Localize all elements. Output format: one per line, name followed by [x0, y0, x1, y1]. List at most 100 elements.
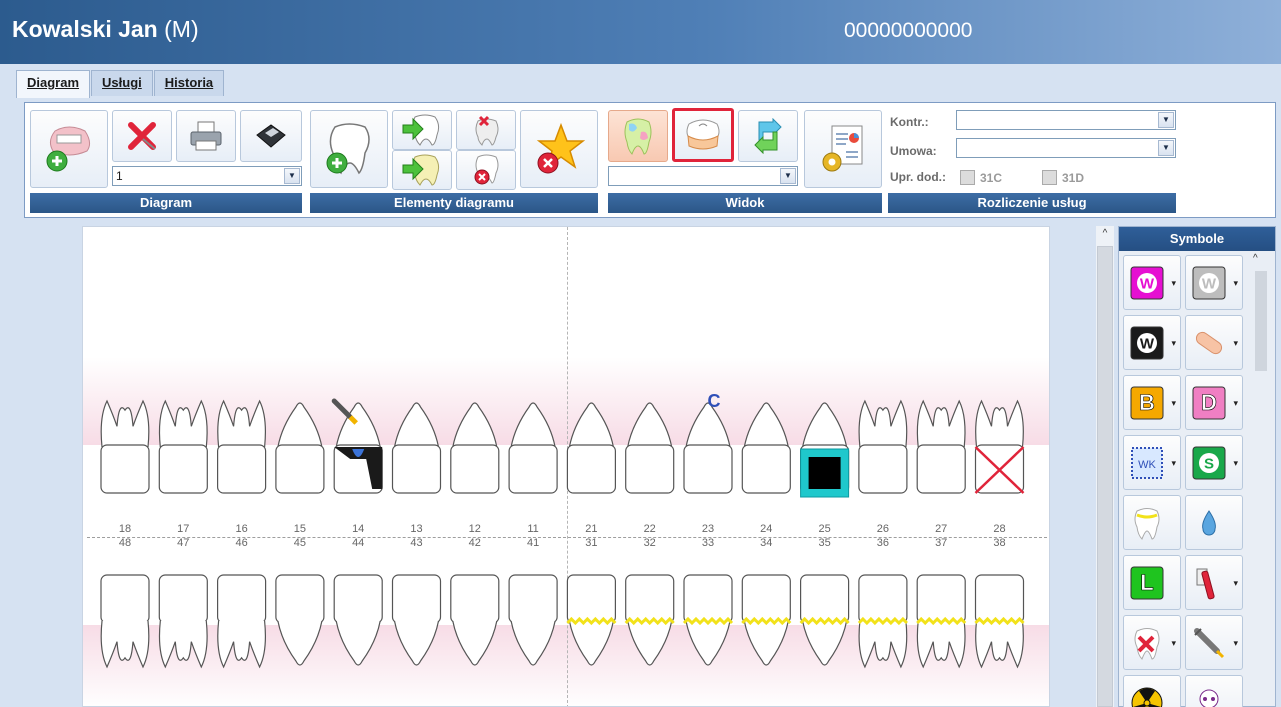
dropdown-arrow-icon[interactable]: ▾	[1171, 458, 1176, 469]
tooth-root	[158, 620, 208, 669]
tooth-root	[975, 620, 1024, 669]
tooth-crown	[508, 574, 558, 624]
symbol-button-skull[interactable]	[1185, 675, 1243, 707]
diagram-select[interactable]: 1 ▼	[112, 166, 302, 186]
symbol-button-d-pink[interactable]: D ▾	[1185, 375, 1243, 430]
symbol-button-wk-pattern[interactable]: WK ▾	[1123, 435, 1181, 490]
tooth-root	[627, 402, 673, 448]
diagram-select-value: 1	[116, 169, 123, 183]
print-button[interactable]	[176, 110, 236, 162]
scroll-up-icon[interactable]: ^	[1253, 253, 1258, 264]
symbols-scrollbar[interactable]: ^	[1247, 253, 1275, 707]
tooth-crown	[508, 444, 558, 494]
tooth-crown	[217, 574, 267, 624]
tooth-root	[335, 620, 381, 666]
view-select[interactable]: ▼	[608, 166, 798, 186]
dropdown-arrow-icon[interactable]: ▾	[1233, 278, 1238, 289]
checkbox-31d[interactable]	[1042, 170, 1057, 185]
diagram-scrollbar[interactable]: ^	[1096, 226, 1114, 707]
dropdown-arrow-icon[interactable]: ▾	[1171, 338, 1176, 349]
symbol-button-syringe[interactable]: ▾	[1185, 615, 1243, 670]
tooth-arrow-yellow-icon	[402, 154, 440, 186]
kontr-label: Kontr.:	[890, 115, 929, 129]
symbol-button-tooth-x[interactable]: ▾	[1123, 615, 1181, 670]
dropdown-arrow-icon[interactable]: ▾	[1171, 278, 1176, 289]
tooth-number-lower: 34	[760, 537, 773, 549]
chevron-down-icon[interactable]: ▼	[1158, 140, 1174, 156]
tooth-43	[391, 574, 442, 666]
add-tooth-button[interactable]	[310, 110, 388, 188]
tooth-42	[450, 574, 500, 666]
tooth-crown	[741, 444, 791, 494]
dropdown-arrow-icon[interactable]: ▾	[1233, 338, 1238, 349]
tooth-crown	[916, 444, 966, 494]
symbol-button-w-magenta[interactable]: W ▾	[1123, 255, 1181, 310]
tooth-46	[217, 574, 267, 669]
delete-element-button[interactable]	[456, 150, 516, 190]
symbol-button-s-green[interactable]: S ▾	[1185, 435, 1243, 490]
move-tooth-alt-button[interactable]	[392, 150, 452, 190]
symbol-button-w-gray[interactable]: W ▾	[1185, 255, 1243, 310]
umowa-select[interactable]: ▼	[956, 138, 1176, 158]
tooth-root	[858, 399, 908, 448]
svg-text:S: S	[1204, 456, 1214, 473]
tab-historia[interactable]: Historia	[153, 70, 225, 96]
save-button[interactable]	[240, 110, 302, 162]
tooth-45	[275, 574, 325, 666]
dropdown-arrow-icon[interactable]: ▾	[1233, 458, 1238, 469]
dropdown-arrow-icon[interactable]: ▾	[1171, 638, 1176, 649]
symbol-button-b-orange[interactable]: B ▾	[1123, 375, 1181, 430]
view-crown-button[interactable]	[672, 108, 734, 162]
delete-diagram-button[interactable]	[112, 110, 172, 162]
tooth-root	[802, 620, 848, 666]
tooth-root	[743, 620, 789, 666]
tooth-root	[100, 620, 150, 669]
chevron-down-icon[interactable]: ▼	[1158, 112, 1174, 128]
symbol-button-radiation[interactable]	[1123, 675, 1181, 707]
tab-uslugi[interactable]: Usługi	[91, 70, 153, 96]
tooth-11	[508, 402, 558, 494]
chevron-down-icon[interactable]: ▼	[284, 168, 300, 184]
tab-diagram[interactable]: Diagram	[16, 70, 91, 98]
remove-element-button[interactable]	[456, 110, 516, 150]
dropdown-arrow-icon[interactable]: ▾	[1233, 398, 1238, 409]
tooth-crown	[100, 444, 150, 494]
tooth-48	[100, 574, 150, 669]
clear-diagram-button[interactable]	[520, 110, 598, 188]
tooth-34	[741, 574, 792, 666]
checkbox-31d-label: 31D	[1062, 171, 1085, 185]
dropdown-arrow-icon[interactable]: ▾	[1233, 638, 1238, 649]
symbol-button-l-green[interactable]: L	[1123, 555, 1181, 610]
tooth-number-lower: 48	[118, 537, 132, 549]
tooth-crown	[275, 444, 325, 494]
checkbox-31c[interactable]	[960, 170, 975, 185]
refresh-view-button[interactable]	[738, 110, 798, 162]
tooth-28	[974, 399, 1025, 494]
symbol-button-bandage[interactable]: ▾	[1185, 315, 1243, 370]
new-diagram-button[interactable]	[30, 110, 108, 188]
symbol-button-drop[interactable]	[1185, 495, 1243, 550]
chevron-down-icon[interactable]: ▼	[780, 168, 796, 184]
symbol-button-toothbrush[interactable]: ▾	[1185, 555, 1243, 610]
tooth-root	[393, 402, 440, 448]
kontr-select[interactable]: ▼	[956, 110, 1176, 130]
symbol-button-tooth-yellow[interactable]	[1123, 495, 1181, 550]
dropdown-arrow-icon[interactable]: ▾	[1171, 398, 1176, 409]
bandage-icon	[1195, 331, 1223, 355]
checkbox-31c-label: 31C	[980, 171, 1003, 185]
move-tooth-button[interactable]	[392, 110, 452, 150]
group-label-billing: Rozliczenie usług	[888, 193, 1176, 213]
scroll-up-icon[interactable]: ^	[1096, 228, 1114, 239]
symbol-button-w-black[interactable]: W ▾	[1123, 315, 1181, 370]
tooth-number-upper: 12	[468, 523, 481, 535]
svg-text:W: W	[1202, 276, 1217, 293]
tooth-number-lower: 44	[352, 537, 365, 549]
tooth-crown	[916, 574, 966, 624]
dropdown-arrow-icon[interactable]: ▾	[1233, 578, 1238, 589]
view-color-button[interactable]	[608, 110, 668, 162]
scroll-thumb[interactable]	[1097, 246, 1113, 707]
scroll-thumb[interactable]	[1255, 271, 1267, 371]
report-button[interactable]	[804, 110, 882, 188]
tooth-41	[508, 574, 558, 666]
dental-chart-canvas[interactable]: C 18 48 17 47 16 46 15 45 14 44 13 43 12 42 11 41 21 31 22…	[82, 226, 1050, 707]
